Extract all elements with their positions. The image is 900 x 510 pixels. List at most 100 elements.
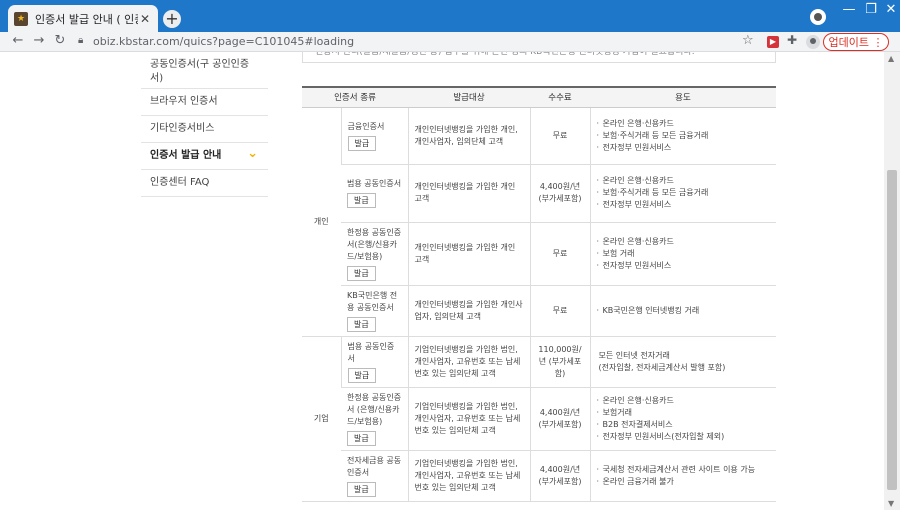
window-close-icon[interactable]: ✕ bbox=[878, 2, 900, 17]
usage-item: 전자정부 민원서비스 bbox=[597, 199, 771, 211]
reload-icon[interactable]: ↻ bbox=[52, 33, 68, 48]
fee-cell: 무료 bbox=[529, 285, 590, 337]
group-label-business: 기업 bbox=[302, 336, 341, 502]
update-button[interactable]: 업데이트 ⋮ bbox=[823, 33, 889, 51]
usage-cell: 온라인 은행·신용카드 보험거래 B2B 전자결제서비스 전자정부 민원서비스(… bbox=[589, 387, 776, 451]
cert-type-cell: 한정용 공동인증서 (은행/신용카드/보험용) 발급 bbox=[341, 387, 408, 451]
certificate-table: 인증서 종류 발급대상 수수료 용도 개인 금융인증서 발급 개인인터넷뱅킹을 … bbox=[302, 86, 776, 502]
extension-icon[interactable]: ▶ bbox=[767, 36, 779, 48]
browser-titlebar: ★ 인증서 발급 안내 ( 인증센터(개인 ✕ + — ❐ ✕ bbox=[0, 0, 900, 32]
usage-cell: 온라인 은행·신용카드 보험·주식거래 등 모든 금융거래 전자정부 민원서비스 bbox=[589, 107, 776, 165]
table-header-row: 인증서 종류 발급대상 수수료 용도 bbox=[302, 86, 776, 108]
address-bar[interactable]: obiz.kbstar.com/quics?page=C101045#loadi… bbox=[93, 35, 354, 48]
issue-button[interactable]: 발급 bbox=[347, 367, 377, 383]
usage-item: 온라인 금융거래 불가 bbox=[597, 476, 771, 488]
usage-item: 보험·주식거래 등 모든 금융거래 bbox=[597, 187, 771, 199]
issue-button[interactable]: 발급 bbox=[347, 135, 377, 151]
sidebar: 공동인증서(구 공인인증서) 브라우저 인증서 기타인증서비스 인증서 발급 안… bbox=[141, 52, 268, 197]
target-cell: 개인인터넷뱅킹을 가입한 개인사업자, 임의단체 고객 bbox=[407, 285, 530, 337]
sidebar-item-label: 공동인증서(구 공인인증서) bbox=[150, 59, 250, 84]
site-favicon-icon: ★ bbox=[14, 11, 28, 26]
tab-search-icon[interactable] bbox=[810, 9, 826, 25]
back-icon[interactable]: ← bbox=[10, 33, 26, 48]
usage-item: 온라인 은행·신용카드 bbox=[597, 175, 771, 187]
sidebar-item-other-services[interactable]: 기타인증서비스 bbox=[141, 116, 268, 143]
fee-cell: 4,400원/년 (부가세포함) bbox=[529, 450, 590, 502]
fee-cell: 4,400원/년 (부가세포함) bbox=[529, 164, 590, 223]
fee-cell: 무료 bbox=[529, 107, 590, 165]
tab-title: 인증서 발급 안내 ( 인증센터(개인 bbox=[35, 12, 138, 26]
table-row: 전자세금용 공동인증서 발급 기업인터넷뱅킹을 가입한 법인, 개인사업자, 고… bbox=[302, 450, 776, 502]
table-row: 기업 범용 공동인증서 발급 기업인터넷뱅킹을 가입한 법인, 개인사업자, 고… bbox=[302, 336, 776, 502]
fee-cell: 4,400원/년 (부가세포함) bbox=[529, 387, 590, 451]
chevron-down-icon: ⌄ bbox=[247, 146, 258, 161]
target-cell: 기업인터넷뱅킹을 가입한 법인, 개인사업자, 고유번호 또는 납세번호 있는 … bbox=[407, 450, 530, 502]
usage-item: 보험·주식거래 등 모든 금융거래 bbox=[597, 130, 771, 142]
cert-type-cell: 전자세금용 공동인증서 발급 bbox=[341, 450, 408, 502]
sidebar-item-issue-guide[interactable]: 인증서 발급 안내 ⌄ bbox=[141, 143, 268, 170]
usage-item: KB국민은행 인터넷뱅킹 거래 bbox=[597, 305, 771, 317]
sidebar-item-faq[interactable]: 인증센터 FAQ bbox=[141, 170, 268, 197]
browser-toolbar: ← → ↻ 🔒︎ obiz.kbstar.com/quics?page=C101… bbox=[0, 32, 900, 52]
cert-type-name: KB국민은행 전용 공동인증서 bbox=[347, 290, 398, 312]
usage-item: 온라인 은행·신용카드 bbox=[597, 118, 771, 130]
cert-type-cell: 범용 공동인증서 발급 bbox=[341, 164, 408, 223]
cert-type-cell: KB국민은행 전용 공동인증서 발급 bbox=[341, 285, 408, 337]
issue-button[interactable]: 발급 bbox=[347, 193, 376, 208]
profile-avatar[interactable] bbox=[806, 35, 820, 49]
notice-box: 인증서 관리(발급/재발급/갱신 등) 업무를 위해 본인 명의 KB국민은행 … bbox=[302, 52, 776, 63]
sidebar-item-label: 기타인증서비스 bbox=[150, 123, 215, 134]
usage-item: 보험거래 bbox=[597, 407, 771, 419]
issue-button[interactable]: 발급 bbox=[347, 430, 376, 446]
fee-cell: 110,000원/년 (부가세포함) bbox=[529, 336, 590, 388]
sidebar-item-joint-certificate[interactable]: 공동인증서(구 공인인증서) bbox=[141, 52, 268, 89]
issue-button[interactable]: 발급 bbox=[347, 316, 376, 332]
browser-tab[interactable]: ★ 인증서 발급 안내 ( 인증센터(개인 ✕ bbox=[8, 5, 158, 32]
issue-button[interactable]: 발급 bbox=[347, 481, 376, 497]
header-fee: 수수료 bbox=[530, 86, 590, 108]
usage-cell: 온라인 은행·신용카드 보험·주식거래 등 모든 금융거래 전자정부 민원서비스 bbox=[589, 164, 776, 223]
issue-button[interactable]: 발급 bbox=[347, 265, 376, 281]
puzzle-icon[interactable]: ✚ bbox=[787, 33, 797, 47]
cert-type-cell: 범용 공동인증서 발급 bbox=[340, 336, 408, 388]
usage-item: 보험 거래 bbox=[597, 248, 771, 260]
usage-item: 온라인 은행·신용카드 bbox=[597, 395, 771, 407]
cert-type-cell: 금융인증서 발급 bbox=[340, 107, 408, 165]
usage-item: 전자정부 민원서비스(전자입찰 제외) bbox=[597, 431, 771, 443]
tab-close-icon[interactable]: ✕ bbox=[138, 12, 152, 26]
header-target: 발급대상 bbox=[408, 86, 530, 108]
cert-type-name: 금융인증서 bbox=[347, 121, 385, 131]
forward-icon[interactable]: → bbox=[31, 33, 47, 48]
table-row: 개인 금융인증서 발급 개인인터넷뱅킹을 가입한 개인, 개인사업자, 임의단체… bbox=[302, 107, 776, 337]
scrollbar-thumb[interactable] bbox=[887, 170, 897, 490]
update-button-label: 업데이트 bbox=[828, 36, 869, 49]
sidebar-item-browser-certificate[interactable]: 브라우저 인증서 bbox=[141, 89, 268, 116]
scroll-down-icon[interactable]: ▼ bbox=[888, 499, 894, 508]
usage-cell: 온라인 은행·신용카드 보험 거래 전자정부 민원서비스 bbox=[589, 222, 776, 286]
usage-cell: 국세청 전자세금계산서 관련 사이트 이용 가능 온라인 금융거래 불가 bbox=[589, 450, 776, 502]
lock-icon[interactable]: 🔒︎ bbox=[78, 35, 83, 46]
cert-type-name: 범용 공동인증서 bbox=[347, 179, 402, 188]
usage-cell: KB국민은행 인터넷뱅킹 거래 bbox=[589, 285, 776, 337]
usage-item: (전자입찰, 전자세금계산서 발행 포함) bbox=[598, 362, 726, 372]
usage-item: B2B 전자결제서비스 bbox=[597, 419, 771, 431]
usage-cell: 모든 인터넷 전자거래 (전자입찰, 전자세금계산서 발행 포함) bbox=[589, 336, 776, 388]
usage-item: 국세청 전자세금계산서 관련 사이트 이용 가능 bbox=[597, 464, 771, 476]
vertical-scrollbar[interactable]: ▲ ▼ bbox=[884, 52, 900, 510]
usage-item: 전자정부 민원서비스 bbox=[597, 260, 771, 272]
bookmark-star-icon[interactable]: ☆ bbox=[742, 33, 754, 48]
table-row: KB국민은행 전용 공동인증서 발급 개인인터넷뱅킹을 가입한 개인사업자, 임… bbox=[302, 285, 776, 337]
cert-type-name: 범용 공동인증서 bbox=[347, 341, 395, 363]
cert-type-name: 전자세금용 공동인증서 bbox=[347, 455, 402, 477]
scroll-up-icon[interactable]: ▲ bbox=[888, 54, 894, 63]
cert-type-cell: 한정용 공동인증서(은행/신용카드/보험용) 발급 bbox=[341, 222, 408, 286]
sidebar-item-label: 인증센터 FAQ bbox=[150, 177, 210, 188]
new-tab-icon[interactable]: + bbox=[163, 10, 181, 28]
table-row: 범용 공동인증서 발급 개인인터넷뱅킹을 가입한 개인 고객 4,400원/년 … bbox=[302, 164, 776, 223]
cert-type-name: 한정용 공동인증서 (은행/신용카드/보험용) bbox=[347, 392, 402, 426]
sidebar-item-label: 브라우저 인증서 bbox=[150, 96, 218, 107]
table-row: 한정용 공동인증서(은행/신용카드/보험용) 발급 개인인터넷뱅킹을 가입한 개… bbox=[302, 222, 776, 286]
usage-item: 모든 인터넷 전자거래 bbox=[598, 350, 670, 360]
page-viewport: 인증서 관리(발급/재발급/갱신 등) 업무를 위해 본인 명의 KB국민은행 … bbox=[0, 52, 884, 510]
sidebar-item-label: 인증서 발급 안내 bbox=[150, 150, 222, 161]
